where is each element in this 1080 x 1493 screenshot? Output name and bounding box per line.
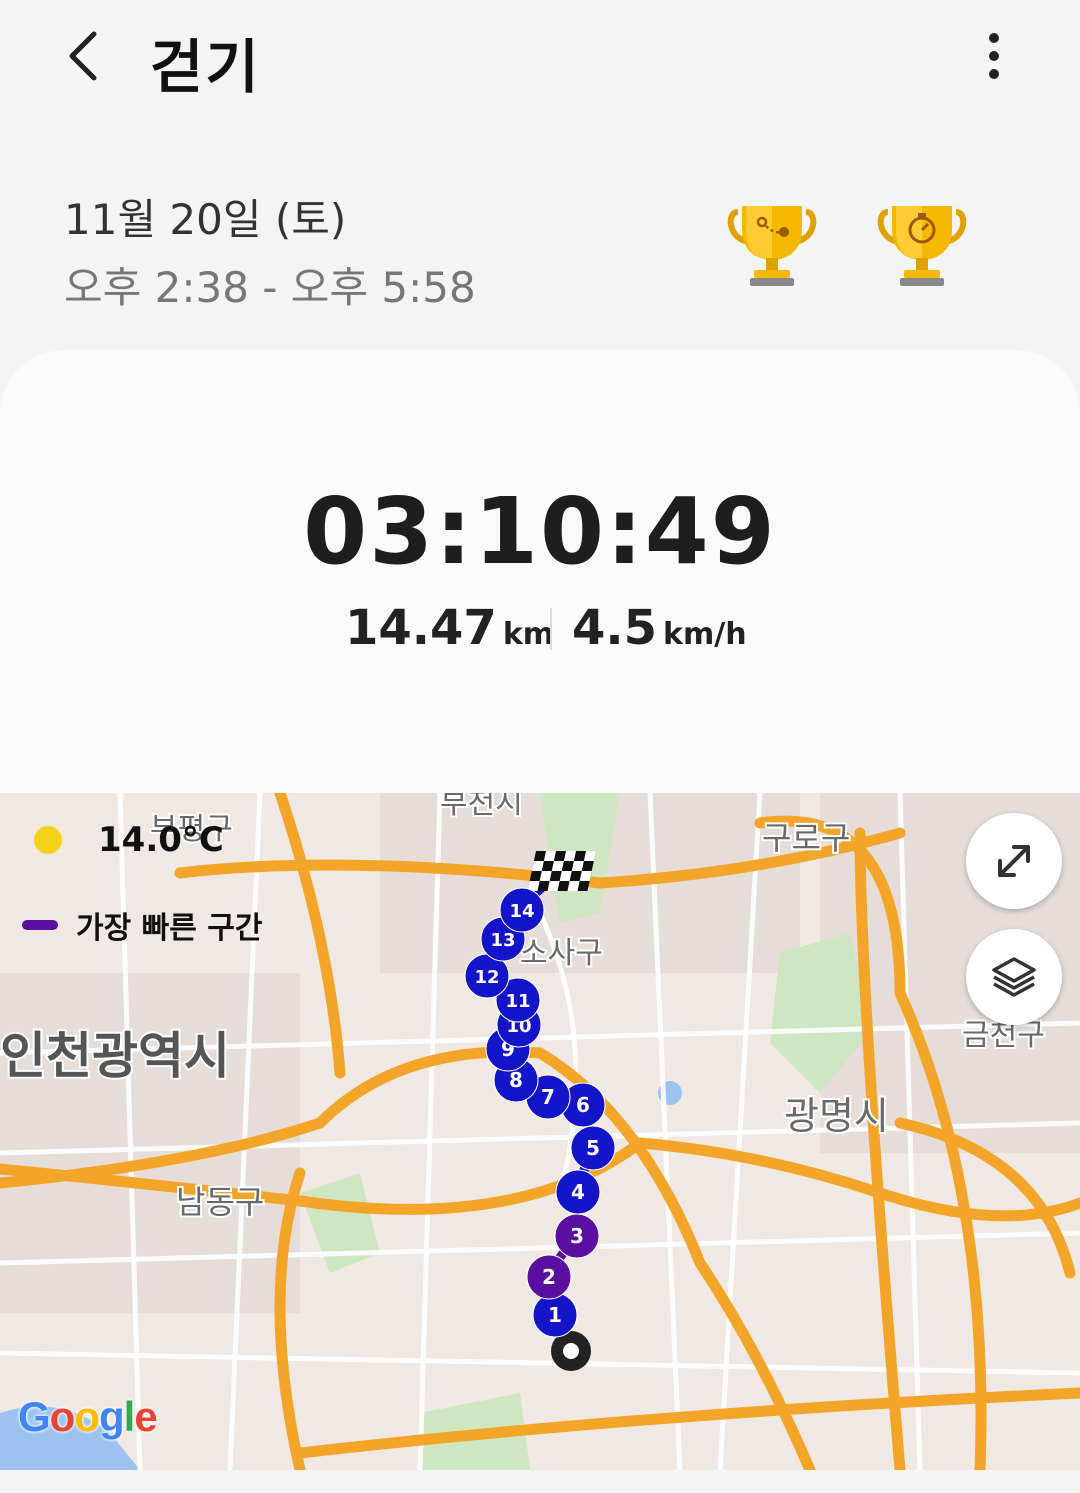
legend-label: 가장 빠른 구간 [76,911,263,946]
svg-text:구로구: 구로구 [762,819,850,857]
route-marker-label: 14 [509,901,534,922]
route-marker-label: 8 [509,1068,523,1092]
route-marker-label: 6 [576,1093,590,1117]
route-marker-label: 4 [571,1180,585,1204]
app-header: 걷기 [0,0,1080,130]
map-base: 인천광역시 구로구 광명시 남동구 금천구 소사구 부천시 부평구 123456… [0,793,1080,1470]
route-marker-1: 1 [532,1292,578,1338]
workout-stats: 14.47 km 4.5 km/h [0,600,1080,660]
route-marker-label: 1 [548,1303,562,1327]
trophy-duration[interactable] [876,200,968,292]
trophy-distance[interactable] [726,200,818,292]
workout-duration: 03:10:49 [303,478,777,585]
weather-info: 14.0°C [28,815,224,865]
page-title: 걷기 [150,33,261,101]
google-attribution: Google [18,1393,158,1440]
chevron-left-icon [69,31,97,81]
speed-value: 4.5 [572,600,658,656]
route-marker-label: 5 [586,1136,600,1160]
route-marker-label: 7 [541,1085,555,1109]
route-map[interactable]: 인천광역시 구로구 광명시 남동구 금천구 소사구 부천시 부평구 1 2 3 … [0,793,1080,1470]
more-options-button[interactable] [972,28,1016,84]
sun-icon [34,826,62,854]
route-marker-label: 2 [542,1265,556,1289]
route-marker-4: 4 [555,1169,601,1215]
route-marker-5: 5 [570,1125,616,1171]
distance-unit: km [502,617,555,652]
svg-text:남동구: 남동구 [176,1183,264,1221]
temperature: 14.0°C [98,820,224,860]
route-marker-label: 12 [474,967,499,988]
map-layers-button[interactable] [966,929,1062,1025]
layers-icon [992,957,1036,997]
expand-icon [998,845,1030,877]
expand-map-button[interactable] [966,813,1062,909]
workout-summary-card: 03:10:49 14.47 km 4.5 km/h 인천광역시 구로구 광명시… [0,350,1080,1470]
map-legend: 가장 빠른 구간 [22,903,263,947]
stat-divider [550,608,552,650]
route-marker-label: 13 [490,930,515,951]
session-time-range: 오후 2:38 - 오후 5:58 [64,263,476,312]
distance-value: 14.47 [345,600,497,656]
route-marker-label: 11 [505,991,530,1012]
legend-swatch [22,920,58,930]
distance-stat: 14.47 km [345,600,554,656]
trophy-duration-icon [877,206,967,286]
svg-text:소사구: 소사구 [520,936,603,971]
route-marker-3: 3 [554,1213,600,1259]
speed-stat: 4.5 km/h [572,600,747,656]
back-button[interactable] [58,26,114,86]
route-marker-2: 2 [526,1254,572,1300]
svg-text:인천광역시: 인천광역시 [0,1027,230,1085]
route-marker-14: 14 [499,887,545,933]
more-vert-icon [989,33,999,79]
route-marker-label: 3 [570,1224,584,1248]
svg-text:부천시: 부천시 [440,793,523,821]
speed-unit: km/h [663,617,747,652]
svg-text:광명시: 광명시 [784,1094,889,1138]
trophy-distance-icon [727,206,817,286]
session-date: 11월 20일 (토) [64,195,347,244]
